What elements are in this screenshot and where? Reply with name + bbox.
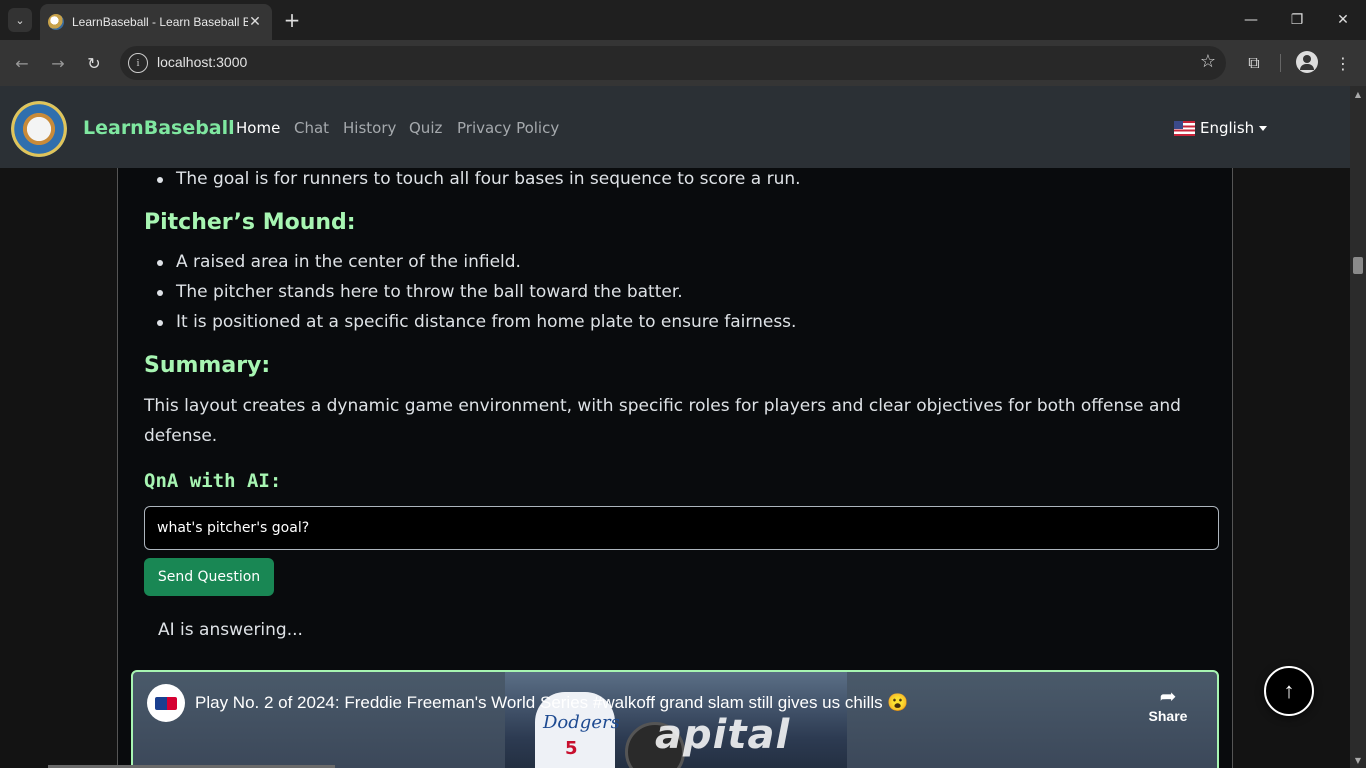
address-bar[interactable]: i localhost:3000 ☆ (120, 46, 1226, 80)
close-window-icon[interactable]: ✕ (1320, 0, 1366, 40)
site-navbar: LearnBaseball Home Chat History Quiz Pri… (0, 86, 1350, 168)
qna-heading: QnA with AI: (144, 470, 282, 492)
mlb-channel-logo-icon[interactable] (147, 684, 185, 722)
jersey-text: Dodgers (543, 712, 620, 733)
send-question-button[interactable]: Send Question (144, 558, 274, 596)
section-heading-pitchers-mound: Pitcher’s Mound: (144, 210, 356, 235)
scroll-up-arrow-icon[interactable]: ▲ (1350, 86, 1366, 102)
bookmark-star-icon[interactable]: ☆ (1200, 51, 1216, 72)
browser-tab[interactable]: LearnBaseball - Learn Baseball Basics ✕ (40, 4, 272, 40)
page-viewport: LearnBaseball Home Chat History Quiz Pri… (0, 86, 1350, 768)
embedded-video[interactable]: Dodgers 5 apital Play No. 2 of 2024: Fre… (131, 670, 1219, 768)
jersey-number: 5 (565, 738, 578, 759)
video-thumbnail: Dodgers 5 apital (505, 672, 847, 768)
list-item: A raised area in the center of the infie… (176, 252, 521, 272)
profile-avatar-icon[interactable] (1296, 51, 1318, 73)
nav-link-privacy-policy[interactable]: Privacy Policy (457, 119, 559, 137)
share-button[interactable]: ➦ Share (1123, 684, 1213, 724)
summary-paragraph: This layout creates a dynamic game envir… (144, 396, 1181, 446)
tab-close-icon[interactable]: ✕ (246, 13, 264, 31)
question-input[interactable] (144, 506, 1219, 550)
scrollbar-thumb[interactable] (1353, 257, 1363, 274)
browser-toolbar: ← → ↻ i localhost:3000 ☆ ⧉ ⋮ (0, 40, 1366, 86)
tab-favicon-icon (48, 14, 64, 30)
scroll-to-top-button[interactable]: ↑ (1264, 666, 1314, 716)
video-title[interactable]: Play No. 2 of 2024: Freddie Freeman's Wo… (195, 693, 909, 713)
scroll-down-arrow-icon[interactable]: ▼ (1350, 752, 1366, 768)
nav-link-history[interactable]: History (343, 119, 396, 137)
language-dropdown[interactable]: English (1174, 119, 1268, 137)
toolbar-divider (1280, 54, 1281, 72)
tab-title: LearnBaseball - Learn Baseball Basics (72, 15, 248, 29)
nav-link-quiz[interactable]: Quiz (409, 119, 442, 137)
list-bullet (157, 177, 163, 183)
stadium-sign-text: apital (655, 712, 791, 758)
list-item: The pitcher stands here to throw the bal… (176, 282, 683, 302)
list-bullet (157, 290, 163, 296)
back-arrow-icon[interactable]: ← (8, 49, 36, 77)
section-heading-summary: Summary: (144, 353, 271, 378)
minimize-icon[interactable]: — (1228, 0, 1274, 40)
vertical-scrollbar[interactable]: ▲ ▼ (1350, 86, 1366, 768)
site-info-icon[interactable]: i (128, 53, 148, 73)
url-text[interactable]: localhost:3000 (157, 54, 247, 70)
list-item: It is positioned at a specific distance … (176, 312, 797, 332)
list-bullet (157, 260, 163, 266)
extensions-puzzle-icon[interactable]: ⧉ (1242, 51, 1266, 75)
brand-name[interactable]: LearnBaseball (83, 117, 235, 139)
list-bullet (157, 320, 163, 326)
forward-arrow-icon[interactable]: → (44, 49, 72, 77)
browser-tab-strip: ⌄ LearnBaseball - Learn Baseball Basics … (0, 0, 1366, 40)
nav-link-home[interactable]: Home (236, 119, 280, 137)
reload-icon[interactable]: ↻ (80, 49, 108, 77)
list-item: The goal is for runners to touch all fou… (176, 169, 801, 189)
nav-link-chat[interactable]: Chat (294, 119, 329, 137)
share-label: Share (1148, 708, 1188, 724)
share-arrow-icon: ➦ (1159, 684, 1177, 708)
ai-status-text: AI is answering... (158, 620, 303, 640)
caret-down-icon (1259, 125, 1268, 131)
us-flag-icon (1174, 120, 1195, 136)
arrow-up-icon: ↑ (1283, 678, 1295, 703)
new-tab-plus-icon[interactable]: + (280, 8, 304, 32)
language-label: English (1200, 119, 1255, 137)
baseball-logo-icon[interactable] (11, 101, 67, 157)
tab-search-chevron-down-icon[interactable]: ⌄ (8, 8, 32, 32)
kebab-menu-icon[interactable]: ⋮ (1331, 51, 1355, 75)
restore-icon[interactable]: ❐ (1274, 0, 1320, 40)
